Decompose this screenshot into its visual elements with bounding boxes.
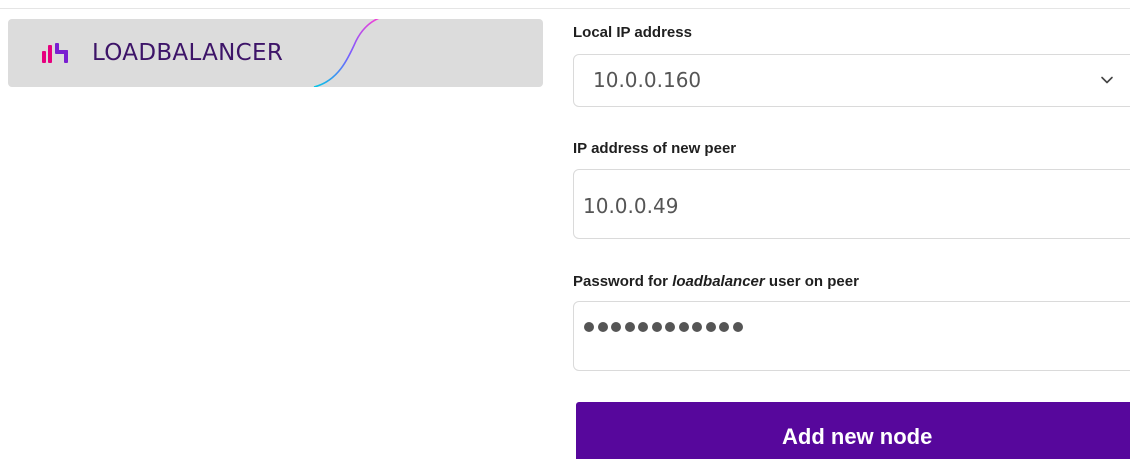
- password-mask-dot: [719, 322, 729, 332]
- local-ip-value: 10.0.0.160: [593, 68, 702, 92]
- password-label-username: loadbalancer: [672, 273, 765, 290]
- chevron-down-icon: [1101, 76, 1113, 84]
- peer-ip-value: 10.0.0.49: [583, 194, 679, 218]
- password-mask: [584, 322, 743, 332]
- password-mask-dot: [597, 322, 608, 332]
- logo-wordmark: LOADBALANCER: [92, 40, 284, 66]
- add-node-page: LOADBALANCER Local IP address 10.0.0.160…: [0, 0, 1130, 459]
- password-label-prefix: Password for: [573, 273, 673, 290]
- logo-swoosh-graphic: [313, 19, 380, 87]
- local-ip-label: Local IP address: [573, 24, 692, 41]
- password-mask-dot: [624, 322, 635, 332]
- loadbalancer-logo-mark-icon: [42, 43, 68, 63]
- add-new-node-button[interactable]: Add new node: [576, 402, 1130, 459]
- password-mask-dot: [665, 322, 675, 332]
- password-mask-dot: [638, 322, 648, 332]
- top-divider: [0, 8, 1130, 9]
- local-ip-select[interactable]: 10.0.0.160: [573, 54, 1130, 107]
- password-label-suffix: user on peer: [764, 273, 859, 290]
- password-mask-dot: [705, 322, 716, 332]
- peer-ip-label: IP address of new peer: [573, 140, 737, 157]
- password-mask-dot: [678, 322, 689, 332]
- password-mask-dot: [732, 322, 743, 332]
- password-label: Password for loadbalancer user on peer: [573, 273, 859, 290]
- peer-ip-input[interactable]: 10.0.0.49: [573, 169, 1130, 239]
- password-mask-dot: [651, 322, 662, 332]
- logo-card: LOADBALANCER: [8, 19, 543, 87]
- password-mask-dot: [584, 322, 594, 332]
- password-input[interactable]: [573, 301, 1130, 371]
- password-mask-dot: [611, 322, 621, 332]
- password-mask-dot: [692, 322, 702, 332]
